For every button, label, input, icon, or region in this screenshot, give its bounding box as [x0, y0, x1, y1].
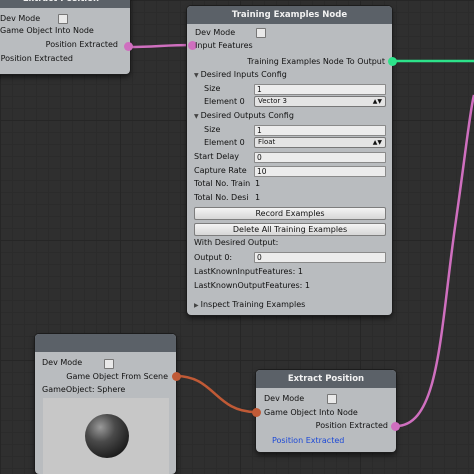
preview-panel — [43, 398, 169, 474]
dropdown-arrow-icon: ▲▼ — [372, 98, 382, 105]
input-label: Game Object Into Node — [264, 408, 358, 417]
dev-mode-label: Dev Mode — [264, 394, 305, 403]
foldout-arrow-icon: ▼ — [194, 113, 199, 120]
dev-mode-checkbox[interactable] — [256, 28, 266, 38]
total-train-label: Total No. Train — [194, 179, 251, 188]
foldout-label: Inspect Training Examples — [200, 300, 306, 309]
extract-position-node-top[interactable]: Extract Position Dev Mode Game Object In… — [0, 0, 133, 74]
wire-extract-to-far-right[interactable] — [395, 94, 474, 428]
wire-gameobject-to-extract[interactable] — [175, 374, 257, 414]
outputs-element-label: Element 0 — [204, 138, 245, 147]
foldout-label: Position Extracted — [0, 54, 73, 63]
desired-outputs-foldout[interactable]: ▼ Desired Outputs Config — [194, 111, 294, 122]
node-title: Extract Position — [256, 370, 396, 388]
dev-mode-checkbox[interactable] — [58, 14, 68, 24]
inputs-size-label: Size — [204, 84, 221, 93]
input-features-label: Input Features — [195, 41, 253, 50]
capture-rate-field[interactable]: 10 — [254, 166, 386, 177]
output-label: Game Object From Scene — [66, 372, 168, 381]
record-examples-button[interactable]: Record Examples — [194, 207, 386, 220]
last-known-input-features: LastKnownInputFeatures: 1 — [194, 267, 303, 276]
node-header — [35, 334, 176, 352]
node-title: Training Examples Node — [187, 6, 392, 24]
output-label: Training Examples Node To Output — [247, 57, 385, 66]
dev-mode-label: Dev Mode — [42, 358, 83, 367]
capture-rate-label: Capture Rate — [194, 166, 247, 175]
outputs-size-field[interactable]: 1 — [254, 125, 386, 136]
foldout-arrow-icon: ▶ — [194, 302, 199, 309]
output-label: Position Extracted — [315, 421, 388, 430]
start-delay-field[interactable]: 0 — [254, 152, 386, 163]
delete-all-training-examples-button[interactable]: Delete All Training Examples — [194, 223, 386, 236]
inputs-size-field[interactable]: 1 — [254, 84, 386, 95]
output-port[interactable] — [172, 372, 181, 381]
extract-position-node-bottom[interactable]: Extract Position Dev Mode Game Object In… — [252, 370, 400, 452]
training-examples-node[interactable]: Training Examples Node Dev Mode Input Fe… — [187, 6, 397, 315]
dropdown-value: Vector 3 — [258, 97, 287, 105]
inputs-element-label: Element 0 — [204, 97, 245, 106]
input-port[interactable] — [252, 408, 261, 417]
dropdown-value: Float — [258, 138, 276, 146]
foldout-arrow-icon: ▼ — [194, 72, 199, 79]
output-label: Position Extracted — [45, 40, 118, 49]
inputs-element-dropdown[interactable]: Vector 3 ▲▼ — [254, 96, 386, 107]
output-port[interactable] — [388, 57, 397, 66]
node-title: Extract Position — [0, 0, 130, 8]
desired-inputs-foldout[interactable]: ▼ Desired Inputs Config — [194, 70, 287, 81]
input-label: Game Object Into Node — [0, 26, 94, 35]
foldout-position-extracted[interactable]: ▶Position Extracted — [0, 54, 73, 65]
output0-label: Output 0: — [194, 253, 233, 262]
total-train-value: 1 — [255, 179, 261, 188]
foldout-label: Desired Inputs Config — [200, 70, 287, 79]
outputs-element-dropdown[interactable]: Float ▲▼ — [254, 137, 386, 148]
dev-mode-label: Dev Mode — [0, 14, 41, 23]
game-object-label: GameObject: Sphere — [42, 385, 126, 394]
foldout-label: Desired Outputs Config — [200, 111, 294, 120]
dev-mode-label: Dev Mode — [195, 28, 236, 37]
output0-field[interactable]: 0 — [254, 252, 386, 263]
position-extracted-link[interactable]: Position Extracted — [272, 436, 344, 446]
sphere-preview — [85, 414, 129, 458]
outputs-size-label: Size — [204, 125, 221, 134]
game-object-node[interactable]: Dev Mode Game Object From Scene GameObje… — [35, 334, 181, 474]
output-port[interactable] — [124, 42, 133, 51]
total-desired-value: 1 — [255, 193, 261, 202]
total-desired-label: Total No. Desi — [194, 193, 249, 202]
last-known-output-features: LastKnownOutputFeatures: 1 — [194, 281, 311, 290]
output-port[interactable] — [391, 422, 400, 431]
dev-mode-checkbox[interactable] — [327, 394, 337, 404]
inspect-training-examples-foldout[interactable]: ▶ Inspect Training Examples — [194, 300, 305, 311]
dev-mode-checkbox[interactable] — [104, 359, 114, 369]
dropdown-arrow-icon: ▲▼ — [372, 139, 382, 146]
start-delay-label: Start Delay — [194, 152, 240, 161]
with-desired-output-label: With Desired Output: — [194, 238, 279, 247]
wire-position-to-input-features[interactable] — [127, 43, 193, 49]
